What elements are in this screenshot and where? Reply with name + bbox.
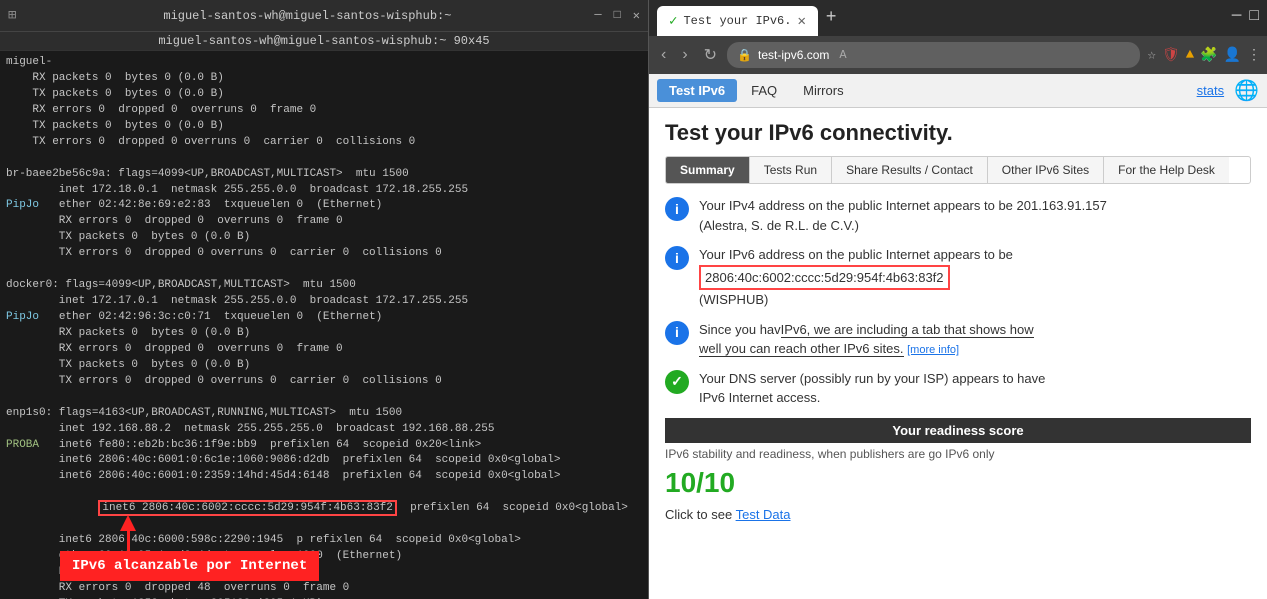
nav-icons: ☆ 🛡 ▲ 🧩 👤 ⋮ <box>1148 47 1262 64</box>
readiness-bar: Your readiness score <box>665 418 1251 443</box>
address-text: test-ipv6.com <box>758 48 829 62</box>
test-data-link-container: Click to see Test Data <box>665 507 1251 522</box>
more-info-link[interactable]: [more info] <box>907 344 959 356</box>
terminal-line: RX packets 0 bytes 0 (0.0 B) <box>6 326 642 342</box>
extensions-icon[interactable]: 🧩 <box>1200 47 1217 64</box>
terminal-line <box>6 390 642 406</box>
terminal-line: miguel- <box>6 55 642 71</box>
reload-button[interactable]: ↻ <box>698 41 723 69</box>
terminal-title: miguel-santos-wh@miguel-santos-wisphub:~ <box>20 9 594 23</box>
terminal-line <box>6 151 642 167</box>
terminal-body: miguel- RX packets 0 bytes 0 (0.0 B) TX … <box>0 51 648 599</box>
terminal-panel: ⊞ miguel-santos-wh@miguel-santos-wisphub… <box>0 0 648 599</box>
site-nav-tab-ipv6[interactable]: Test IPv6 <box>657 79 737 102</box>
info-icon-3: i <box>665 321 689 345</box>
browser-nav-bar: ‹ › ↻ 🔒 test-ipv6.com A ☆ 🛡 ▲ 🧩 👤 ⋮ <box>649 36 1267 74</box>
browser-tab-bar: ✓ Test your IPv6. ✕ + ─ □ <box>649 0 1267 36</box>
tab-close-icon[interactable]: ✕ <box>797 13 805 30</box>
terminal-line: TX errors 0 dropped 0 overruns 0 carrier… <box>6 246 642 262</box>
terminal-line: inet 192.168.88.2 netmask 255.255.255.0 … <box>6 422 642 438</box>
annotation-label: IPv6 alcanzable por Internet <box>60 551 319 581</box>
terminal-subtitle: miguel-santos-wh@miguel-santos-wisphub:~… <box>0 32 648 51</box>
grid-icon: ⊞ <box>8 7 16 24</box>
browser-window-controls: ─ □ <box>1232 7 1259 25</box>
content-tab-tests-run[interactable]: Tests Run <box>750 157 832 183</box>
close-btn[interactable]: ✕ <box>633 8 640 23</box>
info-item-ipv4: i Your IPv4 address on the public Intern… <box>665 196 1251 235</box>
terminal-line: PROBA inet6 fe80::eb2b:bc36:1f9e:bb9 pre… <box>6 438 642 454</box>
terminal-line: PipJo ether 02:42:8e:69:e2:83 txqueuelen… <box>6 198 642 214</box>
terminal-line: inet6 2806:40c:6001:0:6c1e:1060:9086:d2d… <box>6 453 642 469</box>
terminal-line: inet 172.17.0.1 netmask 255.255.0.0 broa… <box>6 294 642 310</box>
translate-lang-icon: A <box>839 48 846 62</box>
bookmark-icon[interactable]: ☆ <box>1148 47 1156 64</box>
minimize-btn[interactable]: ─ <box>594 8 601 23</box>
browser-minimize-icon[interactable]: ─ <box>1232 7 1242 25</box>
info-text-ipv4: Your IPv4 address on the public Internet… <box>699 196 1251 235</box>
site-nav-tab-faq[interactable]: FAQ <box>739 79 789 102</box>
terminal-line: TX packets 0 bytes 0 (0.0 B) <box>6 358 642 374</box>
site-nav-stats[interactable]: stats <box>1197 83 1232 98</box>
address-bar[interactable]: 🔒 test-ipv6.com A <box>727 42 1139 68</box>
menu-icon[interactable]: ⋮ <box>1247 47 1261 64</box>
terminal-line: RX packets 0 bytes 0 (0.0 B) <box>6 71 642 87</box>
tab-checkmark-icon: ✓ <box>669 13 677 30</box>
terminal-line: PipJo ether 02:42:96:3c:c0:71 txqueuelen… <box>6 310 642 326</box>
page-title: Test your IPv6 connectivity. <box>665 120 1251 146</box>
site-nav: Test IPv6 FAQ Mirrors stats 🌐 <box>649 74 1267 108</box>
browser-maximize-icon[interactable]: □ <box>1249 7 1259 25</box>
browser-content: Test your IPv6 connectivity. Summary Tes… <box>649 108 1267 599</box>
terminal-line <box>6 262 642 278</box>
browser-panel: ✓ Test your IPv6. ✕ + ─ □ ‹ › ↻ 🔒 test-i… <box>648 0 1267 599</box>
terminal-line: RX errors 0 dropped 0 overruns 0 frame 0 <box>6 342 642 358</box>
terminal-line: TX packets 0 bytes 0 (0.0 B) <box>6 87 642 103</box>
terminal-line: inet 172.18.0.1 netmask 255.255.0.0 broa… <box>6 183 642 199</box>
shield-icon[interactable]: 🛡 <box>1162 47 1180 64</box>
profile-icon[interactable]: 👤 <box>1224 47 1241 64</box>
terminal-line: RX errors 0 dropped 48 overruns 0 frame … <box>6 581 642 597</box>
terminal-controls: ─ □ ✕ <box>594 8 640 23</box>
test-data-anchor[interactable]: Test Data <box>736 507 791 522</box>
warning-icon: ▲ <box>1186 47 1194 63</box>
info-item-dns: ✓ Your DNS server (possibly run by your … <box>665 369 1251 408</box>
lock-icon: 🔒 <box>737 48 752 63</box>
terminal-line: TX errors 0 dropped 0 overruns 0 carrier… <box>6 135 642 151</box>
site-nav-tab-mirrors[interactable]: Mirrors <box>791 79 855 102</box>
terminal-line: TX packets 0 bytes 0 (0.0 B) <box>6 230 642 246</box>
forward-button[interactable]: › <box>676 42 693 68</box>
readiness-score: 10/10 <box>665 467 1251 499</box>
info-item-ipv6: i Your IPv6 address on the public Intern… <box>665 245 1251 310</box>
info-icon-2: i <box>665 246 689 270</box>
info-item-tab-info: i Since you havIPv6, we are including a … <box>665 320 1251 359</box>
annotation-container: IPv6 alcanzable por Internet <box>60 515 319 581</box>
maximize-btn[interactable]: □ <box>614 8 621 23</box>
terminal-line: RX errors 0 dropped 0 overruns 0 frame 0 <box>6 214 642 230</box>
terminal-line: br-baee2be56c9a: flags=4099<UP,BROADCAST… <box>6 167 642 183</box>
info-text-ipv6: Your IPv6 address on the public Internet… <box>699 245 1251 310</box>
browser-tab-title: Test your IPv6. <box>683 14 791 28</box>
terminal-line: TX packets 0 bytes 0 (0.0 B) <box>6 119 642 135</box>
browser-tab-active[interactable]: ✓ Test your IPv6. ✕ <box>657 6 818 36</box>
terminal-line: TX errors 0 dropped 0 overruns 0 carrier… <box>6 374 642 390</box>
ipv6-address-highlight: 2806:40c:6002:cccc:5d29:954f:4b63:83f2 <box>699 265 950 291</box>
translate-icon[interactable]: 🌐 <box>1234 78 1259 104</box>
terminal-titlebar: ⊞ miguel-santos-wh@miguel-santos-wisphub… <box>0 0 648 32</box>
new-tab-button[interactable]: + <box>820 6 843 27</box>
info-icon-1: i <box>665 197 689 221</box>
content-tab-help-desk[interactable]: For the Help Desk <box>1104 157 1229 183</box>
terminal-line: docker0: flags=4099<UP,BROADCAST,MULTICA… <box>6 278 642 294</box>
terminal-line: inet6 2806:40c:6001:0:2359:14hd:45d4:614… <box>6 469 642 485</box>
info-text-tab: Since you havIPv6, we are including a ta… <box>699 320 1251 359</box>
content-tab-summary[interactable]: Summary <box>666 157 750 183</box>
terminal-line: RX errors 0 dropped 0 overruns 0 frame 0 <box>6 103 642 119</box>
terminal-line: enp1s0: flags=4163<UP,BROADCAST,RUNNING,… <box>6 406 642 422</box>
info-icon-4: ✓ <box>665 370 689 394</box>
content-tab-share[interactable]: Share Results / Contact <box>832 157 988 183</box>
readiness-sub: IPv6 stability and readiness, when publi… <box>665 447 1251 461</box>
content-tabs: Summary Tests Run Share Results / Contac… <box>665 156 1251 184</box>
test-data-label: Click to see <box>665 507 732 522</box>
content-tab-other-sites[interactable]: Other IPv6 Sites <box>988 157 1104 183</box>
info-text-dns: Your DNS server (possibly run by your IS… <box>699 369 1251 408</box>
back-button[interactable]: ‹ <box>655 42 672 68</box>
